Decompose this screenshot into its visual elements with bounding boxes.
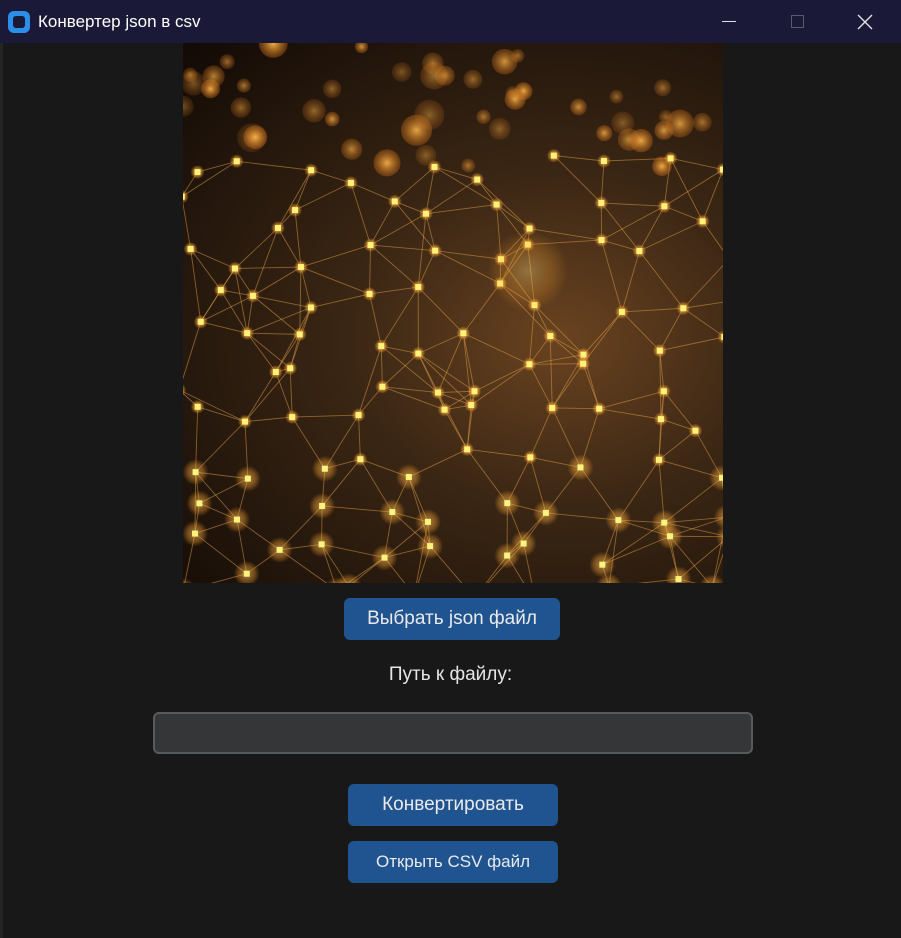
open-csv-button[interactable]: Открыть CSV файл (348, 841, 558, 883)
maximize-icon (790, 15, 804, 28)
title-bar: Конвертер json в csv (0, 0, 901, 43)
file-path-input[interactable] (153, 712, 753, 754)
window-left-edge (0, 43, 3, 938)
convert-button[interactable]: Конвертировать (348, 784, 558, 826)
minimize-icon (722, 21, 736, 22)
path-label: Путь к файлу: (388, 664, 513, 685)
window-title: Конвертер json в csv (38, 11, 201, 31)
network-image-svg (183, 43, 723, 583)
minimize-button[interactable] (696, 0, 762, 43)
maximize-button[interactable] (764, 0, 830, 43)
choose-json-button[interactable]: Выбрать json файл (344, 598, 560, 640)
network-image (183, 43, 723, 583)
close-icon (857, 14, 873, 29)
close-button[interactable] (832, 0, 898, 43)
app-icon (8, 10, 30, 33)
